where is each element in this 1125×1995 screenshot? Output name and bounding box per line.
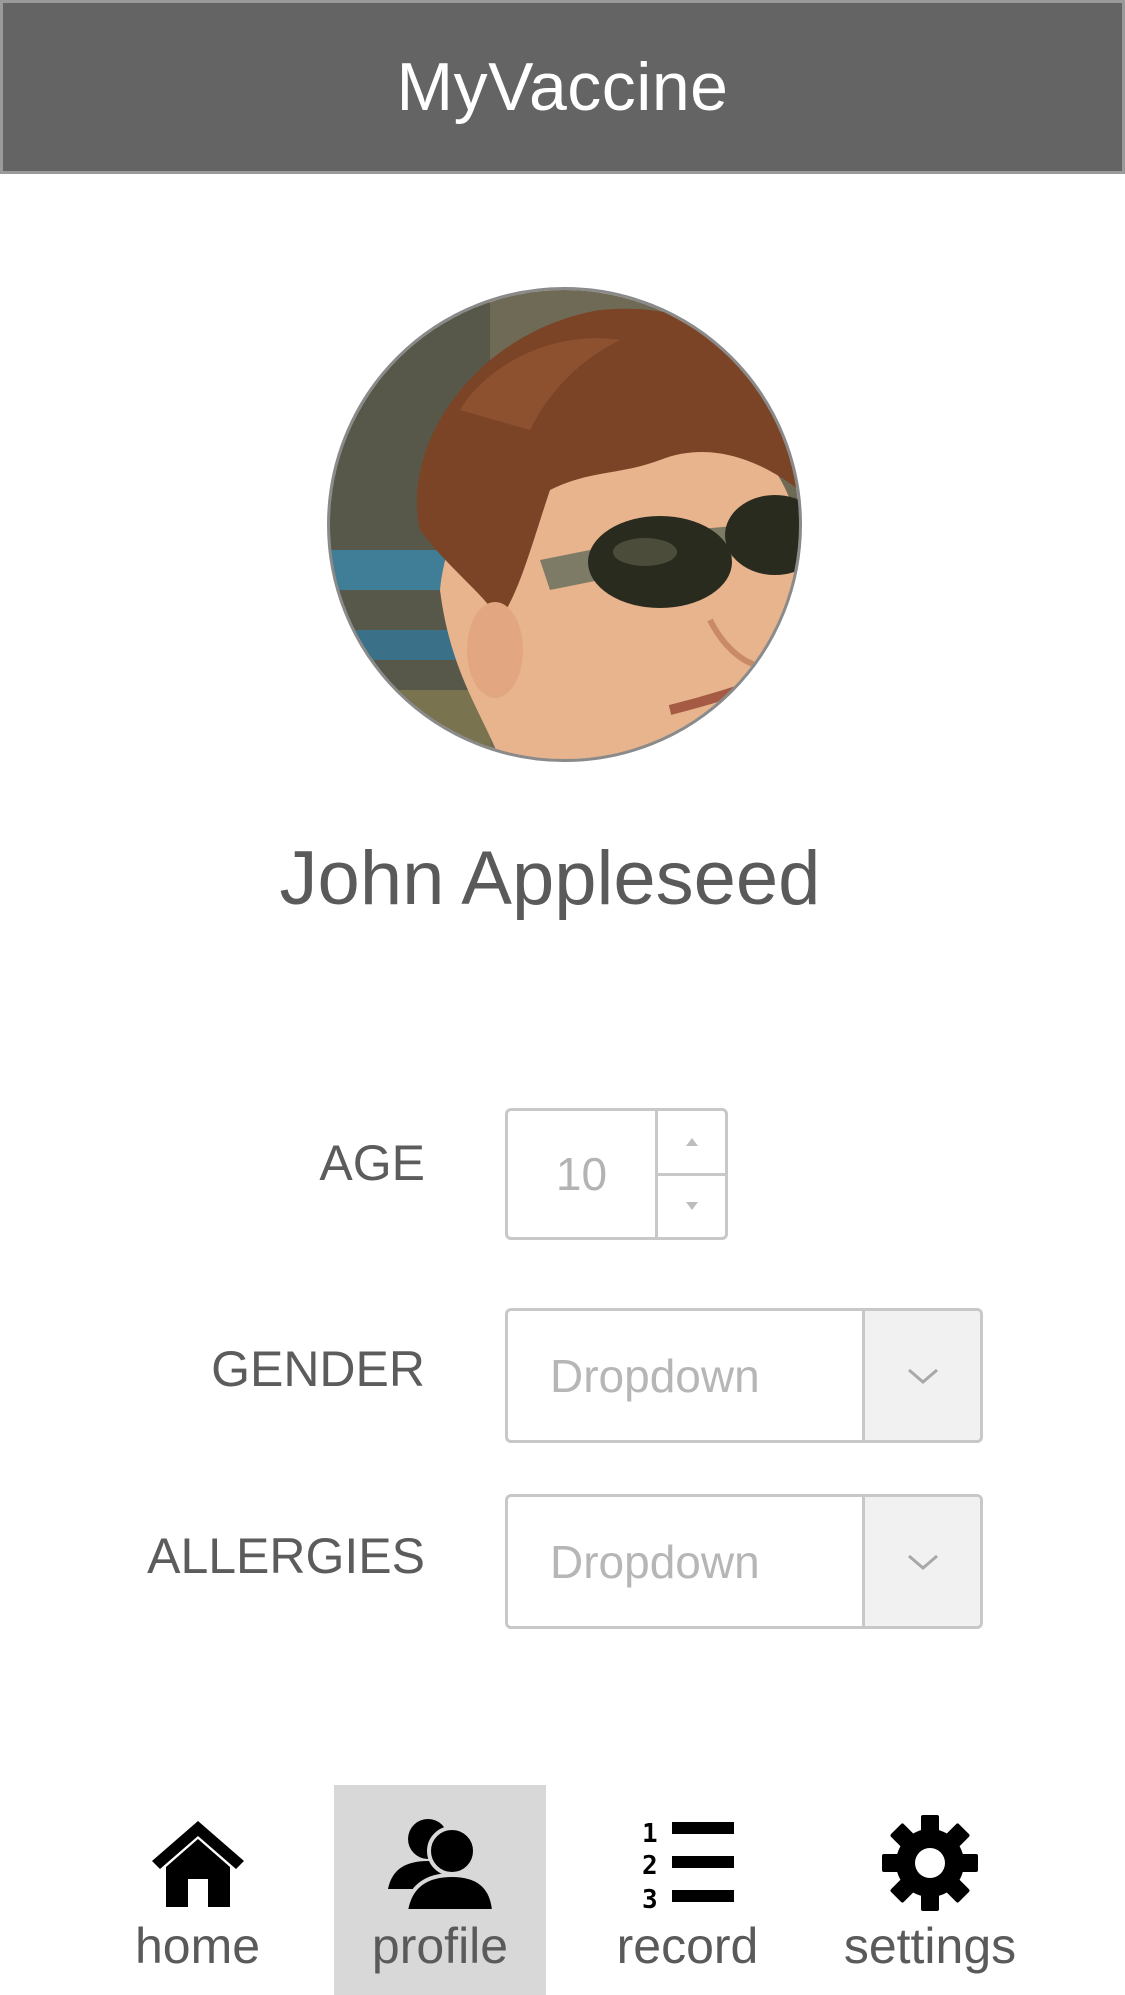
allergies-label: ALLERGIES [147, 1528, 425, 1584]
nav-record-label: record [616, 1918, 759, 1974]
svg-text:2: 2 [642, 1851, 658, 1881]
gender-dropdown[interactable]: Dropdown [505, 1308, 983, 1443]
chevron-down-icon [907, 1368, 938, 1384]
chevron-down-icon [907, 1554, 938, 1570]
profile-name: John Appleseed [279, 836, 821, 921]
record-icon: 1 2 3 [642, 1819, 734, 1912]
svg-text:3: 3 [642, 1885, 658, 1912]
gender-label: GENDER [211, 1341, 425, 1397]
gender-dropdown-toggle[interactable] [862, 1311, 980, 1440]
age-value[interactable]: 10 [508, 1111, 658, 1237]
avatar[interactable] [327, 287, 802, 762]
nav-home-label: home [134, 1918, 261, 1974]
nav-profile[interactable]: profile [334, 1785, 546, 1995]
settings-icon [882, 1815, 978, 1911]
app-header: MyVaccine [0, 0, 1125, 174]
nav-record[interactable]: 1 2 3 record [600, 1785, 775, 1995]
app-title: MyVaccine [396, 49, 729, 125]
age-label: AGE [319, 1135, 425, 1191]
allergies-dropdown-toggle[interactable] [862, 1497, 980, 1626]
gender-dropdown-value: Dropdown [550, 1349, 760, 1402]
avatar-photo [330, 290, 799, 759]
caret-down-icon [685, 1202, 698, 1211]
nav-settings-label: settings [843, 1918, 1017, 1974]
home-icon [151, 1821, 244, 1907]
allergies-dropdown-value: Dropdown [550, 1535, 760, 1588]
allergies-dropdown[interactable]: Dropdown [505, 1494, 983, 1629]
bottom-nav: home profile 1 2 3 record settings [0, 1785, 1125, 1995]
caret-up-icon [685, 1137, 698, 1146]
age-stepper[interactable]: 10 [505, 1108, 728, 1240]
nav-profile-label: profile [371, 1918, 509, 1974]
decrement-button[interactable] [658, 1176, 725, 1238]
increment-button[interactable] [658, 1111, 725, 1176]
profile-icon [388, 1819, 496, 1913]
svg-text:1: 1 [642, 1819, 658, 1849]
nav-home[interactable]: home [110, 1785, 285, 1995]
nav-settings[interactable]: settings [830, 1785, 1030, 1995]
